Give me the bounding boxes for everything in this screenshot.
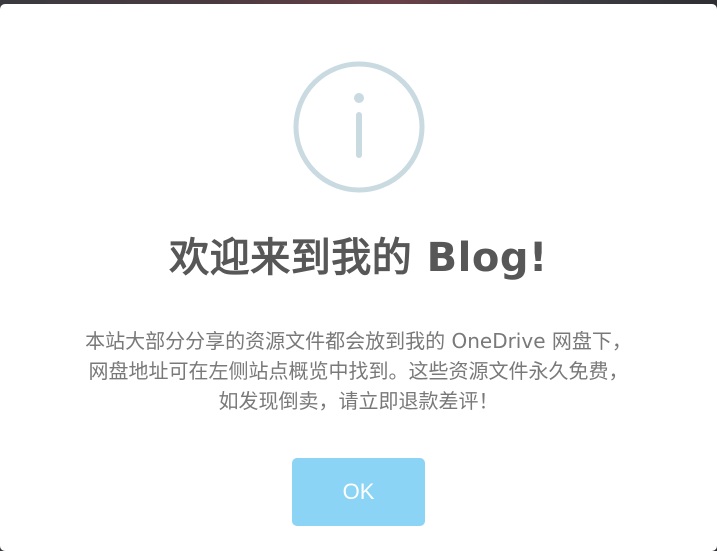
dialog-message: 本站大部分分享的资源文件都会放到我的 OneDrive 网盘下， 网盘地址可在左… (20, 326, 697, 416)
message-line: 本站大部分分享的资源文件都会放到我的 OneDrive 网盘下， (85, 329, 632, 353)
message-line: 如发现倒卖，请立即退款差评！ (218, 389, 499, 413)
alert-dialog: 欢迎来到我的 Blog! 本站大部分分享的资源文件都会放到我的 OneDrive… (0, 4, 717, 551)
message-line: 网盘地址可在左侧站点概览中找到。这些资源文件永久免费， (88, 359, 629, 383)
info-icon (293, 61, 425, 193)
ok-button[interactable]: OK (292, 458, 425, 526)
dialog-title: 欢迎来到我的 Blog! (169, 235, 548, 281)
